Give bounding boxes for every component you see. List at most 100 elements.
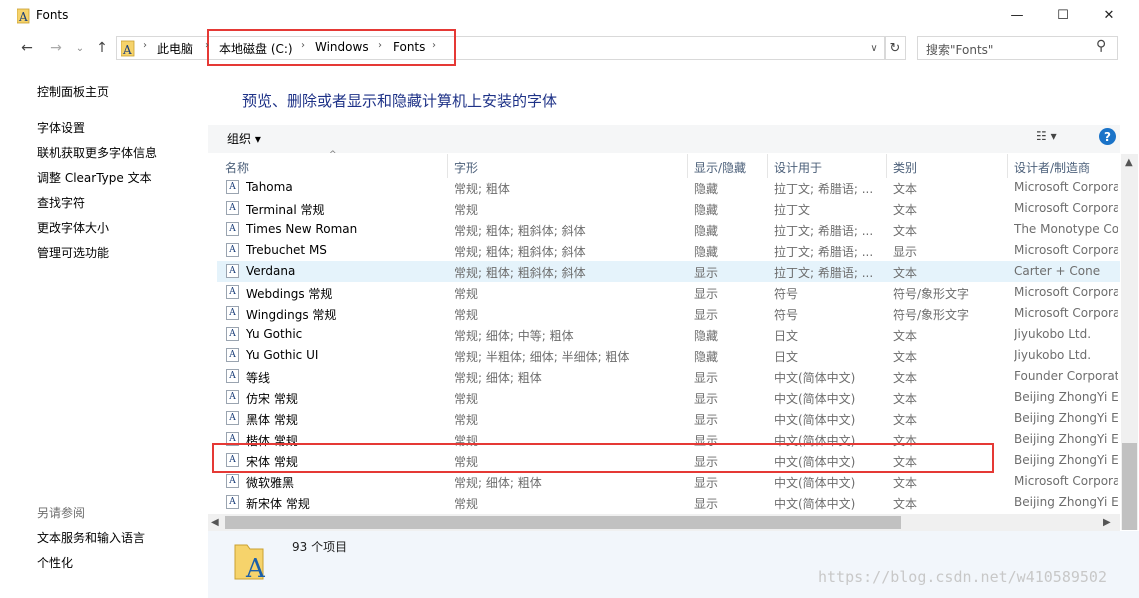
vertical-scroll-thumb[interactable] <box>1122 443 1137 530</box>
font-row[interactable]: A Times New Roman 常规; 粗体; 粗斜体; 斜体 隐藏 拉丁文; 希腊… <box>217 219 1120 240</box>
column-header-designed-for[interactable]: 设计用于 <box>774 159 822 176</box>
refresh-button[interactable]: ↻ <box>884 36 906 60</box>
font-visibility: 显示 <box>694 476 719 490</box>
font-row[interactable]: A 等线 常规; 细体; 粗体 显示 中文(简体中文) 文本 Founder Corpora… <box>217 366 1120 387</box>
control-panel-home-link[interactable]: 控制面板主页 <box>37 83 109 100</box>
find-character-link[interactable]: 查找字符 <box>37 194 85 211</box>
font-row[interactable]: A Yu Gothic 常规; 细体; 中等; 粗体 隐藏 日文 文本 Jiyukobo L… <box>217 324 1120 345</box>
personalization-link[interactable]: 个性化 <box>37 554 73 571</box>
search-icon[interactable]: ⚲ <box>1096 38 1106 54</box>
font-style: 常规; 粗体; 粗斜体; 斜体 <box>454 245 586 259</box>
font-row[interactable]: A Terminal 常规 常规 隐藏 拉丁文 文本 Microsoft Corporati… <box>217 198 1120 219</box>
horizontal-scroll-thumb[interactable] <box>225 516 901 529</box>
column-header-category[interactable]: 类别 <box>893 159 917 176</box>
font-row[interactable]: A 新宋体 常规 常规 显示 中文(简体中文) 文本 Beijing ZhongYi Ele… <box>217 492 1120 513</box>
recent-locations-dropdown[interactable]: ⌄ <box>70 38 90 58</box>
see-also-heading: 另请参阅 <box>37 506 86 520</box>
maximize-button[interactable]: ☐ <box>1040 0 1086 31</box>
font-category: 文本 <box>893 392 918 406</box>
organize-menu-button[interactable]: 组织 ▾ <box>227 130 261 147</box>
font-file-icon: A <box>226 264 239 278</box>
breadcrumb-windows[interactable]: Windows <box>315 40 369 54</box>
font-visibility: 显示 <box>694 371 719 385</box>
window-title: Fonts <box>36 8 69 22</box>
font-row[interactable]: A Yu Gothic UI 常规; 半粗体; 细体; 半细体; 粗体 隐藏 日文 文本 J… <box>217 345 1120 366</box>
font-file-icon: A <box>226 243 239 257</box>
column-header-vendor[interactable]: 设计者/制造商 <box>1014 159 1090 176</box>
font-name: Yu Gothic <box>246 327 303 341</box>
column-divider[interactable] <box>1007 154 1008 178</box>
text-services-link[interactable]: 文本服务和输入语言 <box>37 529 145 546</box>
font-designed-for: 拉丁文; 希腊语; ... <box>774 266 874 280</box>
column-divider[interactable] <box>767 154 768 178</box>
font-visibility: 隐藏 <box>694 203 719 217</box>
forward-button[interactable]: → <box>46 38 66 58</box>
column-header-visibility[interactable]: 显示/隐藏 <box>694 159 746 176</box>
font-name: Tahoma <box>246 180 293 194</box>
adjust-cleartype-link[interactable]: 调整 ClearType 文本 <box>37 169 152 186</box>
column-header-style[interactable]: 字形 <box>454 159 478 176</box>
font-name: Webdings 常规 <box>246 287 333 301</box>
font-designed-for: 中文(简体中文) <box>774 497 856 511</box>
font-style: 常规; 粗体; 粗斜体; 斜体 <box>454 266 586 280</box>
close-button[interactable]: ✕ <box>1086 0 1132 31</box>
font-category: 文本 <box>893 350 918 364</box>
column-divider[interactable] <box>687 154 688 178</box>
watermark-text: https://blog.csdn.net/w410589502 <box>818 568 1107 586</box>
font-row[interactable]: A 黑体 常规 常规 显示 中文(简体中文) 文本 Beijing ZhongYi Elec… <box>217 408 1120 429</box>
font-row[interactable]: A 微软雅黑 常规; 细体; 粗体 显示 中文(简体中文) 文本 Microsoft Cor… <box>217 471 1120 492</box>
scroll-up-icon[interactable]: ▲ <box>1125 157 1133 168</box>
font-name: Verdana <box>246 264 296 278</box>
font-row[interactable]: A Wingdings 常规 常规 显示 符号 符号/象形文字 Microsoft Corp… <box>217 303 1120 324</box>
search-placeholder: 搜索"Fonts" <box>926 43 994 57</box>
font-vendor: The Monotype Corporation <box>1014 222 1118 236</box>
font-vendor: Microsoft Corporation <box>1014 180 1118 194</box>
fonts-folder-icon: A <box>121 40 135 57</box>
font-visibility: 隐藏 <box>694 182 719 196</box>
font-file-icon: A <box>226 474 239 488</box>
font-row[interactable]: A Verdana 常规; 粗体; 粗斜体; 斜体 显示 拉丁文; 希腊语; ... 文本… <box>217 261 1120 282</box>
font-style: 常规; 细体; 粗体 <box>454 476 542 490</box>
font-row[interactable]: A Tahoma 常规; 粗体 隐藏 拉丁文; 希腊语; ... 文本 Microsoft … <box>217 177 1120 198</box>
font-category: 文本 <box>893 224 918 238</box>
column-divider[interactable] <box>447 154 448 178</box>
font-row[interactable]: A Trebuchet MS 常规; 粗体; 粗斜体; 斜体 隐藏 拉丁文; 希腊语; … <box>217 240 1120 261</box>
font-settings-link[interactable]: 字体设置 <box>37 119 85 136</box>
view-options-icon[interactable]: ☷ ▾ <box>1036 129 1057 143</box>
font-file-icon: A <box>226 327 239 341</box>
breadcrumb-drive[interactable]: 本地磁盘 (C:) <box>219 40 293 57</box>
font-visibility: 隐藏 <box>694 245 719 259</box>
command-bar <box>208 125 1120 153</box>
font-vendor: Founder Corporation <box>1014 369 1118 383</box>
breadcrumb-fonts[interactable]: Fonts <box>393 40 425 54</box>
fonts-folder-large-icon: A <box>234 544 266 581</box>
title-bar <box>0 0 1139 31</box>
font-file-icon: A <box>226 348 239 362</box>
change-font-size-link[interactable]: 更改字体大小 <box>37 219 109 236</box>
up-button[interactable]: ↑ <box>92 38 112 58</box>
font-row[interactable]: A Webdings 常规 常规 显示 符号 符号/象形文字 Microsoft Corpo… <box>217 282 1120 303</box>
font-file-icon: A <box>226 201 239 215</box>
font-file-icon: A <box>226 285 239 299</box>
font-name: 黑体 常规 <box>246 413 298 427</box>
font-designed-for: 中文(简体中文) <box>774 392 856 406</box>
manage-optional-features-link[interactable]: 管理可选功能 <box>37 244 109 261</box>
font-file-icon: A <box>226 495 239 509</box>
get-more-font-info-link[interactable]: 联机获取更多字体信息 <box>37 144 157 161</box>
font-row[interactable]: A 仿宋 常规 常规 显示 中文(简体中文) 文本 Beijing ZhongYi Elec… <box>217 387 1120 408</box>
scroll-right-icon[interactable]: ▶ <box>1103 517 1111 528</box>
font-style: 常规 <box>454 287 479 301</box>
font-file-icon: A <box>226 306 239 320</box>
scroll-left-icon[interactable]: ◀ <box>211 517 219 528</box>
font-name: Terminal 常规 <box>246 203 325 217</box>
column-divider[interactable] <box>886 154 887 178</box>
help-icon[interactable]: ? <box>1099 128 1116 145</box>
minimize-button[interactable]: — <box>994 0 1040 31</box>
back-button[interactable]: ← <box>17 38 37 58</box>
column-header-name[interactable]: 名称 <box>225 159 249 176</box>
breadcrumb-this-pc[interactable]: 此电脑 <box>157 40 193 57</box>
address-dropdown-icon[interactable]: ∨ <box>864 37 884 59</box>
font-style: 常规; 粗体 <box>454 182 510 196</box>
font-style: 常规 <box>454 497 479 511</box>
font-designed-for: 中文(简体中文) <box>774 413 856 427</box>
